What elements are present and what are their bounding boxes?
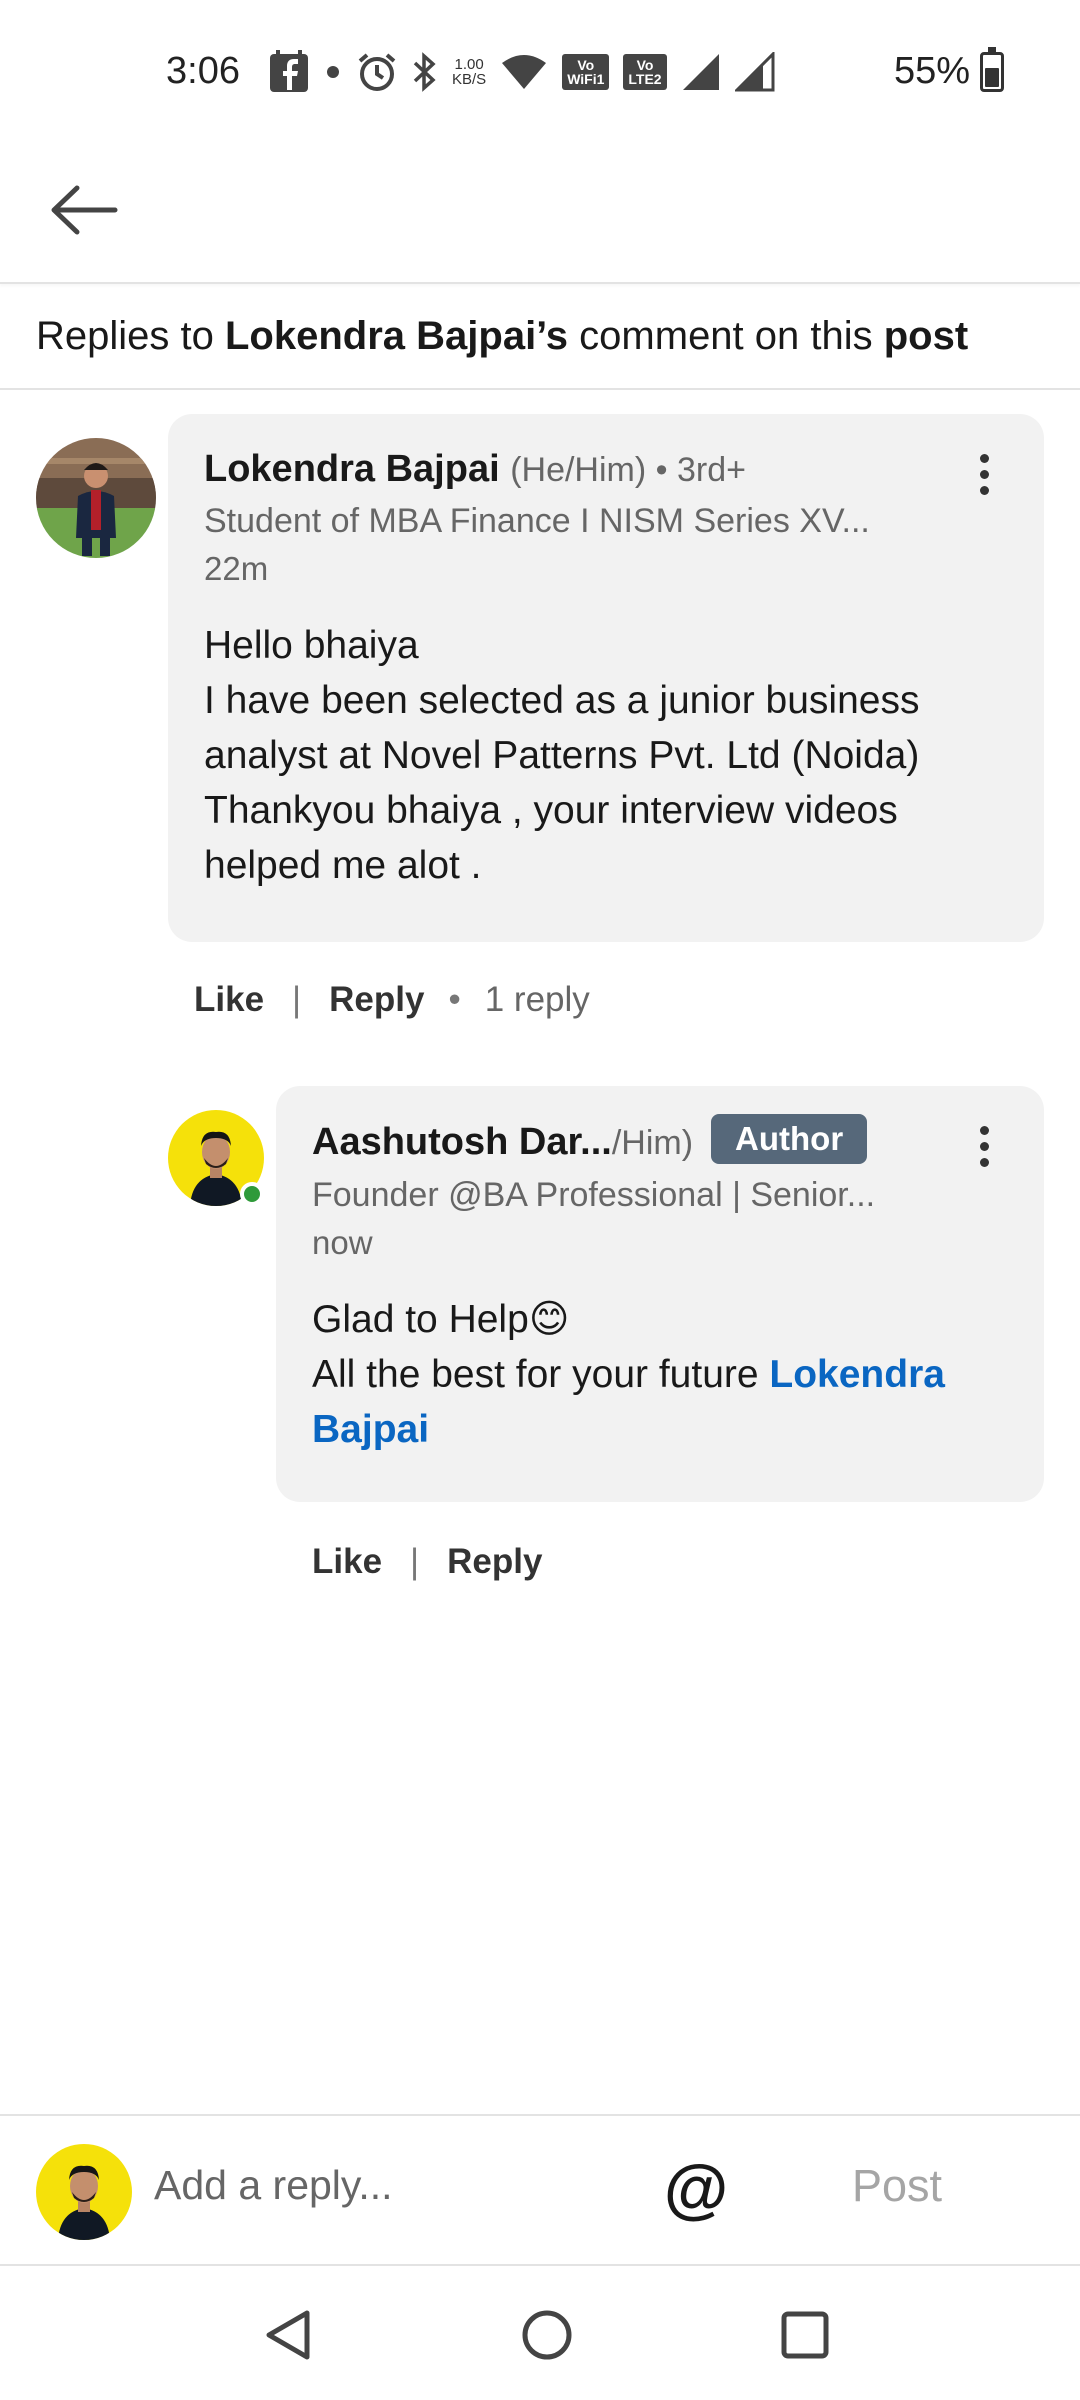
back-button[interactable]	[44, 170, 124, 250]
replier-headline: Founder @BA Professional | Senior...	[312, 1176, 876, 1214]
nav-home-button[interactable]	[512, 2300, 582, 2370]
current-user-avatar	[36, 2144, 132, 2240]
comment-text: Hello bhaiya I have been selected as a j…	[204, 618, 1004, 893]
comment-line: analyst at Novel Patterns Pvt. Ltd (Noid…	[204, 734, 920, 777]
volte-wifi-badge: Vo WiFi1	[562, 54, 610, 90]
author-badge: Author	[711, 1114, 868, 1164]
replier-meta: /Him)	[611, 1124, 694, 1162]
wifi-icon	[500, 53, 548, 91]
reply-timestamp: now	[312, 1224, 373, 1261]
facebook-notification-icon	[268, 50, 310, 94]
reply-composer: @ Post	[0, 2114, 1080, 2264]
commenter-meta: (He/Him) • 3rd+	[510, 451, 746, 489]
dot-icon	[324, 63, 342, 81]
comment-timestamp: 22m	[204, 550, 269, 587]
action-dot: •	[448, 980, 461, 1019]
battery-percent: 55%	[894, 50, 971, 92]
replier-name[interactable]: Aashutosh Dar...	[312, 1121, 612, 1163]
reply-name-line: Aashutosh Dar.../Him) Author	[312, 1114, 868, 1164]
reply-line: Bajpai	[312, 1402, 1012, 1457]
mention-link[interactable]: Bajpai	[312, 1408, 429, 1451]
reply-like-button[interactable]: Like	[312, 1542, 382, 1582]
nav-back-button[interactable]	[254, 2300, 324, 2370]
comment-name-line: Lokendra Bajpai (He/Him) • 3rd+	[204, 448, 746, 491]
header-middle: comment on this	[568, 314, 884, 358]
circle-home-icon	[522, 2310, 572, 2360]
comment-like-button[interactable]: Like	[194, 980, 264, 1020]
action-separator: |	[410, 1542, 420, 1581]
alarm-icon	[356, 51, 398, 93]
commenter-avatar[interactable]	[36, 438, 156, 558]
replies-header: Replies to Lokendra Bajpai’s comment on …	[0, 286, 1080, 390]
battery-icon	[980, 47, 1004, 92]
commenter-name[interactable]: Lokendra Bajpai	[204, 448, 500, 490]
volte-lte-badge: Vo LTE2	[623, 54, 667, 90]
post-button[interactable]: Post	[852, 2160, 942, 2212]
mention-at-button[interactable]: @	[660, 2151, 732, 2225]
reply-reply-button[interactable]: Reply	[447, 1542, 542, 1582]
network-speed: 1.00 KB/S	[452, 56, 487, 88]
comment-line: Hello bhaiya	[204, 624, 419, 667]
reply-text: Glad to Help😊 All the best for your futu…	[312, 1292, 1012, 1457]
commenter-headline: Student of MBA Finance I NISM Series XV.…	[204, 502, 870, 540]
comment-more-button[interactable]	[964, 444, 1004, 504]
online-status-dot	[240, 1182, 264, 1206]
comment-line: Thankyou bhaiya , your interview videos	[204, 789, 898, 832]
reply-line: Glad to Help😊	[312, 1298, 570, 1341]
reply-input[interactable]	[154, 2162, 634, 2209]
reply-count[interactable]: 1 reply	[485, 980, 590, 1020]
header-post-link[interactable]: post	[884, 314, 968, 358]
comment-reply-button[interactable]: Reply	[329, 980, 424, 1020]
top-app-bar	[0, 140, 1080, 284]
battery-fill	[985, 68, 999, 87]
comment-bubble: Lokendra Bajpai (He/Him) • 3rd+ Student …	[168, 414, 1044, 942]
comment-line: helped me alot .	[204, 844, 482, 887]
more-vertical-icon-dot	[979, 453, 989, 463]
header-prefix: Replies to	[36, 314, 225, 358]
reply-line: All the best for your future Lokendra	[312, 1353, 945, 1396]
arrow-left-icon	[51, 185, 118, 235]
bluetooth-icon	[412, 51, 438, 93]
status-icons: 1.00 KB/S Vo WiFi1 Vo LTE2	[268, 44, 775, 100]
comment-line: I have been selected as a junior busines…	[204, 679, 920, 722]
reply-bubble: Aashutosh Dar.../Him) Author Founder @BA …	[276, 1086, 1044, 1502]
comment-actions: Like | Reply • 1 reply	[194, 980, 590, 1020]
reply-actions: Like | Reply	[312, 1542, 542, 1582]
square-recents-icon	[781, 2311, 829, 2359]
system-nav-bar	[0, 2264, 1080, 2400]
header-author-link[interactable]: Lokendra Bajpai’s	[225, 314, 568, 358]
signal-1-icon	[681, 52, 721, 92]
action-separator: |	[292, 980, 302, 1019]
signal-2-icon	[734, 52, 775, 92]
more-vertical-icon-dot	[979, 1125, 989, 1135]
mention-link[interactable]: Lokendra	[769, 1353, 945, 1396]
status-bar: 3:06 1.00 KB/S Vo WiFi1 Vo LTE2 55%	[0, 0, 1080, 140]
triangle-back-icon	[266, 2310, 310, 2360]
reply-more-button[interactable]	[964, 1116, 1004, 1176]
status-time: 3:06	[166, 50, 240, 92]
nav-recents-button[interactable]	[770, 2300, 840, 2370]
